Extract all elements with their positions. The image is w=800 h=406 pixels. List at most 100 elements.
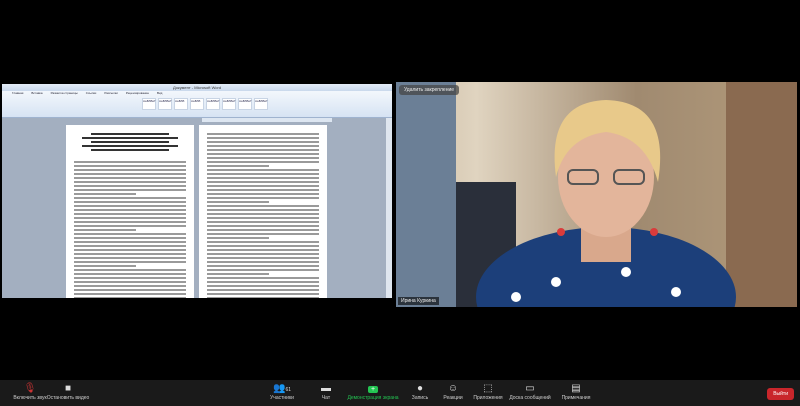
text-line <box>74 289 186 291</box>
text-line <box>207 257 319 259</box>
text-line <box>74 209 186 211</box>
text-line <box>74 173 186 175</box>
text-line <box>74 225 186 227</box>
text-line <box>74 197 186 199</box>
text-line <box>74 261 186 263</box>
text-line <box>74 169 186 171</box>
text-line <box>74 181 186 183</box>
heading-line <box>90 149 170 151</box>
style-item[interactable]: АаБбВвГ <box>254 98 268 110</box>
style-item[interactable]: АаБбВвГ <box>222 98 236 110</box>
text-line <box>207 277 319 279</box>
text-line <box>74 273 186 275</box>
heading-line <box>90 133 170 135</box>
text-line <box>207 193 319 195</box>
ruler <box>202 118 332 122</box>
text-line <box>74 229 136 231</box>
text-line <box>207 177 319 179</box>
style-item[interactable]: АаБбВ <box>190 98 204 110</box>
text-line <box>74 233 186 235</box>
text-line <box>207 157 319 159</box>
text-line <box>207 233 319 235</box>
text-line <box>74 257 186 259</box>
text-line <box>207 297 319 298</box>
text-line <box>74 205 186 207</box>
text-line <box>74 193 136 195</box>
text-line <box>74 237 186 239</box>
scrollbar[interactable] <box>386 118 392 298</box>
heading-line <box>82 137 178 139</box>
participant-video: Удалить закрепление Ирина Куркина <box>396 82 797 307</box>
text-line <box>74 297 186 298</box>
text-line <box>207 153 319 155</box>
text-line <box>207 281 319 283</box>
text-line <box>74 165 186 167</box>
ribbon-tab[interactable]: Вставка <box>31 91 42 96</box>
text-line <box>207 253 319 255</box>
text-line <box>207 209 319 211</box>
camera-icon: ■ <box>64 383 72 394</box>
text-line <box>74 217 186 219</box>
text-line <box>74 177 186 179</box>
text-line <box>207 261 319 263</box>
document-page-1 <box>66 125 194 298</box>
ribbon-tab[interactable]: Рассылки <box>104 91 117 96</box>
text-line <box>207 269 319 271</box>
style-item[interactable]: АаБбВвГ <box>206 98 220 110</box>
ribbon-tab[interactable]: Главная <box>12 91 23 96</box>
text-line <box>207 293 319 295</box>
notes-icon: ▤ <box>571 383 581 394</box>
text-line <box>74 269 186 271</box>
text-line <box>74 277 186 279</box>
text-line <box>207 133 319 135</box>
text-line <box>74 201 186 203</box>
style-item[interactable]: АаБбВ <box>174 98 188 110</box>
text-line <box>74 265 136 267</box>
text-line <box>74 285 186 287</box>
text-line <box>207 273 269 275</box>
style-item[interactable]: АаБбВвГ <box>238 98 252 110</box>
participant-image <box>396 82 797 307</box>
text-line <box>207 237 269 239</box>
text-line <box>74 161 186 163</box>
ribbon-tab[interactable]: Рецензирование <box>126 91 149 96</box>
ribbon-tab[interactable]: Вид <box>157 91 162 96</box>
text-line <box>74 213 186 215</box>
text-line <box>74 241 186 243</box>
text-line <box>207 229 319 231</box>
text-line <box>74 253 186 255</box>
text-line <box>74 293 186 295</box>
text-line <box>207 181 319 183</box>
stop-video-button[interactable]: ■ Остановить видео <box>38 383 98 401</box>
text-line <box>74 189 186 191</box>
text-line <box>74 249 186 251</box>
text-line <box>207 185 319 187</box>
text-line <box>207 285 319 287</box>
document-page-2 <box>199 125 327 298</box>
text-line <box>207 137 319 139</box>
text-line <box>207 165 269 167</box>
style-item[interactable]: АаБбВвГ <box>142 98 156 110</box>
text-line <box>207 173 319 175</box>
leave-button[interactable]: Выйти <box>767 388 794 400</box>
ribbon-tab[interactable]: Разметка страницы <box>51 91 78 96</box>
text-line <box>207 189 319 191</box>
style-item[interactable]: АаБбВвГ <box>158 98 172 110</box>
participants-icon: 👥 <box>272 383 286 394</box>
text-line <box>74 221 186 223</box>
text-line <box>207 141 319 143</box>
screen-share: Документ - Microsoft Word Главная Вставк… <box>2 84 392 298</box>
text-line <box>207 213 319 215</box>
window-title: Документ - Microsoft Word <box>2 84 392 91</box>
text-line <box>207 149 319 151</box>
text-line <box>207 205 319 207</box>
ribbon-tab[interactable]: Ссылки <box>86 91 97 96</box>
ribbon: Главная Вставка Разметка страницы Ссылки… <box>2 91 392 118</box>
notes-button[interactable]: ▤ Примечания <box>546 383 606 401</box>
text-line <box>207 217 319 219</box>
text-line <box>207 241 319 243</box>
unpin-button[interactable]: Удалить закрепление <box>399 85 460 95</box>
text-line <box>207 289 319 291</box>
meeting-toolbar: 🎙 Включить звук ■ Остановить видео 👥61 Учас… <box>0 380 800 406</box>
text-line <box>207 265 319 267</box>
